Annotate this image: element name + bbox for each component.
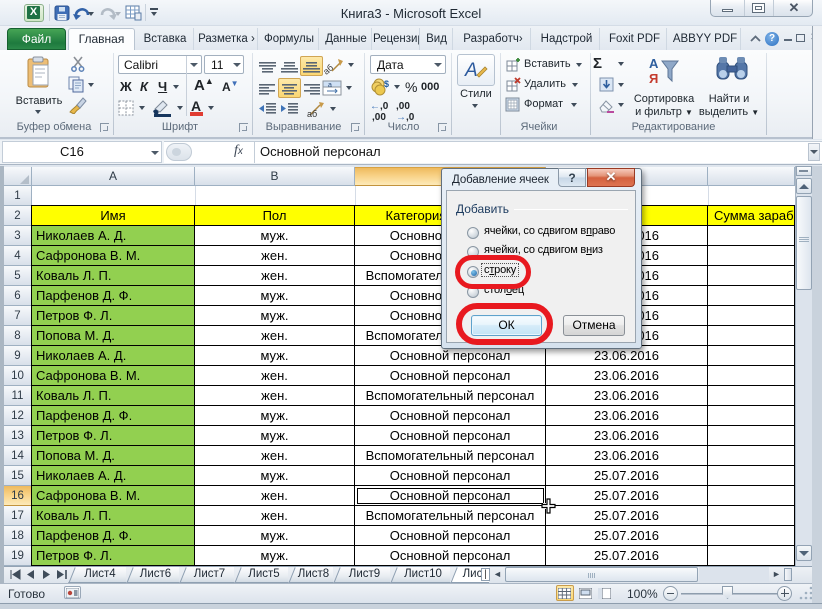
svg-text:А: А bbox=[649, 56, 659, 71]
svg-text:a: a bbox=[328, 82, 332, 89]
svg-text:$: $ bbox=[384, 79, 389, 89]
svg-text:Я: Я bbox=[649, 71, 658, 86]
svg-text:аб: аб bbox=[307, 109, 317, 119]
svg-text:A: A bbox=[464, 60, 478, 81]
